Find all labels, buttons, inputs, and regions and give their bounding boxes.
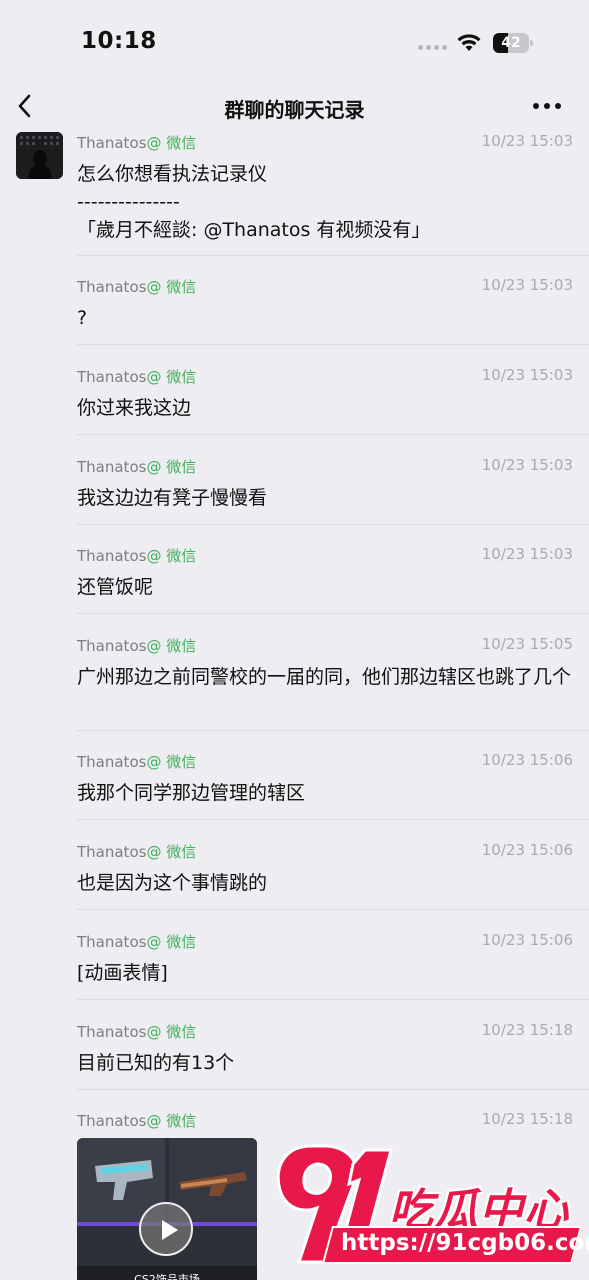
battery-level: 42 bbox=[501, 35, 521, 51]
message-sender: Thanatos@ 微信 bbox=[77, 368, 197, 386]
message-source: @ 微信 bbox=[146, 843, 197, 861]
message-time: 10/23 15:18 bbox=[481, 1110, 573, 1128]
message-text: 也是因为这个事情跳的 bbox=[77, 872, 268, 894]
message-sender: Thanatos@ 微信 bbox=[77, 458, 197, 476]
divider bbox=[77, 613, 589, 614]
message-source: @ 微信 bbox=[146, 637, 197, 655]
divider bbox=[77, 1089, 589, 1090]
message-item[interactable]: Thanatos@ 微信 10/23 15:18 目前已知的有13个 bbox=[77, 1021, 589, 1090]
message-time: 10/23 15:03 bbox=[481, 132, 573, 150]
message-source: @ 微信 bbox=[146, 547, 197, 565]
message-text: 广州那边之前同警校的一届的同，他们那边辖区也跳了几个 bbox=[77, 666, 572, 688]
cellular-signal-icon bbox=[418, 45, 447, 50]
message-sender: Thanatos@ 微信 bbox=[77, 753, 197, 771]
message-time: 10/23 15:06 bbox=[481, 841, 573, 859]
message-text: 我那个同学那边管理的辖区 bbox=[77, 782, 306, 804]
message-sender: Thanatos@ 微信 bbox=[77, 547, 197, 565]
battery-indicator: 42 bbox=[493, 33, 533, 53]
message-source: @ 微信 bbox=[146, 278, 197, 296]
wifi-icon bbox=[457, 34, 481, 51]
message-source: @ 微信 bbox=[146, 368, 197, 386]
video-thumbnail[interactable]: CS2饰品市场 bbox=[77, 1138, 257, 1280]
message-item[interactable]: Thanatos@ 微信 10/23 15:06 也是因为这个事情跳的 bbox=[77, 841, 589, 910]
message-item[interactable]: Thanatos@ 微信 10/23 15:05 广州那边之前同警校的一届的同，… bbox=[77, 635, 589, 731]
divider bbox=[77, 819, 589, 820]
message-sender: Thanatos@ 微信 bbox=[77, 933, 197, 951]
message-time: 10/23 15:06 bbox=[481, 751, 573, 769]
message-time: 10/23 15:05 bbox=[481, 635, 573, 653]
divider bbox=[77, 730, 589, 731]
message-item[interactable]: Thanatos@ 微信 10/23 15:03 怎么你想看执法记录仪 ----… bbox=[77, 132, 589, 256]
ellipsis-icon[interactable] bbox=[533, 103, 561, 109]
nav-bar: 群聊的聊天记录 bbox=[0, 84, 589, 130]
watermark-url: https://91cgb06.com bbox=[341, 1230, 589, 1256]
message-time: 10/23 15:03 bbox=[481, 366, 573, 384]
message-text: 你过来我这边 bbox=[77, 397, 192, 419]
message-text: 怎么你想看执法记录仪 --------------- 「歲月不經談: @Than… bbox=[77, 163, 431, 241]
message-item[interactable]: Thanatos@ 微信 10/23 15:03 ? bbox=[77, 276, 589, 345]
message-time: 10/23 15:06 bbox=[481, 931, 573, 949]
media-caption: CS2饰品市场 bbox=[134, 1273, 200, 1280]
divider bbox=[77, 255, 589, 256]
divider bbox=[77, 434, 589, 435]
message-source: @ 微信 bbox=[146, 458, 197, 476]
message-sender: Thanatos@ 微信 bbox=[77, 1023, 197, 1041]
message-item[interactable]: Thanatos@ 微信 10/23 15:03 你过来我这边 bbox=[77, 366, 589, 435]
message-source: @ 微信 bbox=[146, 933, 197, 951]
message-item[interactable]: Thanatos@ 微信 10/23 15:03 还管饭呢 bbox=[77, 545, 589, 614]
divider bbox=[77, 999, 589, 1000]
status-time: 10:18 bbox=[81, 28, 157, 54]
message-source: @ 微信 bbox=[146, 1023, 197, 1041]
status-bar: 10:18 42 bbox=[0, 0, 589, 84]
watermark: 91 吃瓜中心 https://91cgb06.com bbox=[265, 1140, 589, 1280]
divider bbox=[77, 344, 589, 345]
divider bbox=[77, 909, 589, 910]
message-item[interactable]: Thanatos@ 微信 10/23 15:06 我那个同学那边管理的辖区 bbox=[77, 751, 589, 820]
message-list[interactable]: Thanatos@ 微信 10/23 15:03 怎么你想看执法记录仪 ----… bbox=[0, 130, 589, 1280]
message-sender: Thanatos@ 微信 bbox=[77, 134, 197, 152]
play-icon[interactable] bbox=[139, 1202, 193, 1256]
message-text: ? bbox=[77, 307, 88, 329]
message-text: 目前已知的有13个 bbox=[77, 1052, 235, 1074]
page-title: 群聊的聊天记录 bbox=[224, 98, 365, 122]
message-text: 我这边边有凳子慢慢看 bbox=[77, 487, 268, 509]
message-item[interactable]: Thanatos@ 微信 10/23 15:06 [动画表情] bbox=[77, 931, 589, 1000]
message-time: 10/23 15:18 bbox=[481, 1021, 573, 1039]
message-sender: Thanatos@ 微信 bbox=[77, 278, 197, 296]
watermark-logo-text: 91 bbox=[265, 1140, 267, 1141]
message-sender: Thanatos@ 微信 bbox=[77, 637, 197, 655]
message-item[interactable]: Thanatos@ 微信 10/23 15:03 我这边边有凳子慢慢看 bbox=[77, 456, 589, 525]
message-time: 10/23 15:03 bbox=[481, 456, 573, 474]
message-sender: Thanatos@ 微信 bbox=[77, 1112, 197, 1130]
message-time: 10/23 15:03 bbox=[481, 276, 573, 294]
message-source: @ 微信 bbox=[146, 1112, 197, 1130]
message-sender: Thanatos@ 微信 bbox=[77, 843, 197, 861]
divider bbox=[77, 524, 589, 525]
message-text: [动画表情] bbox=[77, 962, 168, 984]
message-source: @ 微信 bbox=[146, 134, 197, 152]
message-time: 10/23 15:03 bbox=[481, 545, 573, 563]
message-text: 还管饭呢 bbox=[77, 576, 154, 598]
message-source: @ 微信 bbox=[146, 753, 197, 771]
